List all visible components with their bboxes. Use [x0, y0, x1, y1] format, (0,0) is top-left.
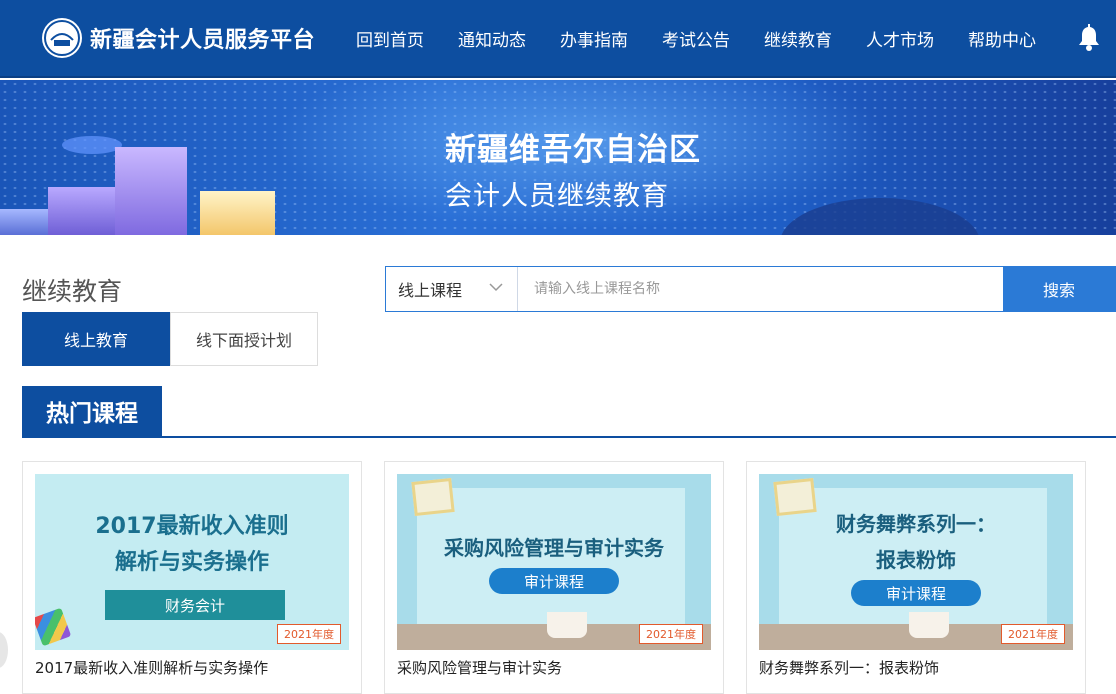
thumbnail-title: 财务舞弊系列一： — [836, 512, 996, 536]
hot-courses-header: 热门课程 — [22, 386, 1116, 438]
nav-item-home[interactable]: 回到首页 — [352, 24, 428, 53]
banner-title: 新疆维吾尔自治区 — [445, 132, 701, 168]
thumbnail-category: 财务会计 — [105, 590, 285, 620]
thumbnail-title: 解析与实务操作 — [114, 550, 269, 575]
course-name[interactable]: 2017最新收入准则解析与实务操作 — [35, 657, 268, 678]
course-thumbnail: 财务舞弊系列一： 报表粉饰 审计课程 2021年度 — [759, 474, 1073, 650]
course-card[interactable]: 采购风险管理与审计实务 审计课程 2021年度 采购风险管理与审计实务 — [384, 461, 724, 694]
nav-item-help[interactable]: 帮助中心 — [964, 24, 1040, 53]
logo[interactable]: 新疆会计人员服务平台 — [42, 18, 315, 58]
section-title: 继续教育 — [22, 277, 123, 306]
banner-building — [0, 209, 55, 235]
thumbnail-title: 报表粉饰 — [876, 548, 956, 572]
pencils-icon — [35, 607, 72, 647]
banner-building — [48, 187, 118, 235]
nav-item-exam[interactable]: 考试公告 — [658, 24, 734, 53]
thumbnail-category: 审计课程 — [851, 580, 981, 606]
course-search: 线上课程 搜索 — [385, 266, 1116, 312]
thumbnail-category: 审计课程 — [489, 568, 619, 594]
search-button[interactable]: 搜索 — [1003, 267, 1115, 311]
hero-banner: 新疆维吾尔自治区 会计人员继续教育 — [0, 80, 1116, 235]
bell-icon[interactable] — [1076, 24, 1102, 52]
year-tag: 2021年度 — [277, 624, 341, 644]
chevron-down-icon — [489, 283, 503, 292]
main-nav: 回到首页 通知动态 办事指南 考试公告 继续教育 人才市场 帮助中心 — [352, 24, 1066, 53]
search-input[interactable] — [518, 267, 1003, 311]
banner-building — [200, 191, 275, 235]
course-type-value: 线上课程 — [398, 281, 463, 300]
emblem-icon — [42, 18, 82, 58]
course-card[interactable]: 财务舞弊系列一： 报表粉饰 审计课程 2021年度 财务舞弊系列一：报表粉饰 — [746, 461, 1086, 694]
banner-disc — [62, 136, 122, 154]
education-tabs: 线上教育 线下面授计划 — [22, 312, 318, 366]
banner-building — [115, 147, 187, 235]
top-navbar: 新疆会计人员服务平台 回到首页 通知动态 办事指南 考试公告 继续教育 人才市场… — [0, 0, 1116, 78]
cup-icon — [547, 612, 587, 638]
tab-online-education[interactable]: 线上教育 — [22, 312, 170, 366]
hot-courses-label: 热门课程 — [22, 386, 162, 436]
course-name[interactable]: 采购风险管理与审计实务 — [397, 657, 562, 678]
nav-item-talent[interactable]: 人才市场 — [862, 24, 938, 53]
nav-item-guide[interactable]: 办事指南 — [556, 24, 632, 53]
cup-icon — [909, 612, 949, 638]
course-thumbnail: 采购风险管理与审计实务 审计课程 2021年度 — [397, 474, 711, 650]
banner-subtitle: 会计人员继续教育 — [445, 181, 669, 212]
course-name[interactable]: 财务舞弊系列一：报表粉饰 — [759, 657, 939, 678]
thumbnail-title: 2017最新收入准则 — [95, 514, 289, 539]
course-type-select[interactable]: 线上课程 — [386, 267, 518, 311]
year-tag: 2021年度 — [1001, 624, 1065, 644]
course-thumbnail: 2017最新收入准则 解析与实务操作 财务会计 2021年度 — [35, 474, 349, 650]
thumbnail-title: 采购风险管理与审计实务 — [444, 536, 664, 560]
logo-title: 新疆会计人员服务平台 — [90, 28, 316, 53]
tab-offline-plan[interactable]: 线下面授计划 — [170, 312, 318, 366]
nav-item-education[interactable]: 继续教育 — [760, 24, 836, 53]
frame-icon — [411, 478, 455, 516]
course-card[interactable]: 2017最新收入准则 解析与实务操作 财务会计 2021年度 2017最新收入准… — [22, 461, 362, 694]
side-scroll-handle[interactable] — [0, 632, 8, 668]
nav-item-news[interactable]: 通知动态 — [454, 24, 530, 53]
year-tag: 2021年度 — [639, 624, 703, 644]
